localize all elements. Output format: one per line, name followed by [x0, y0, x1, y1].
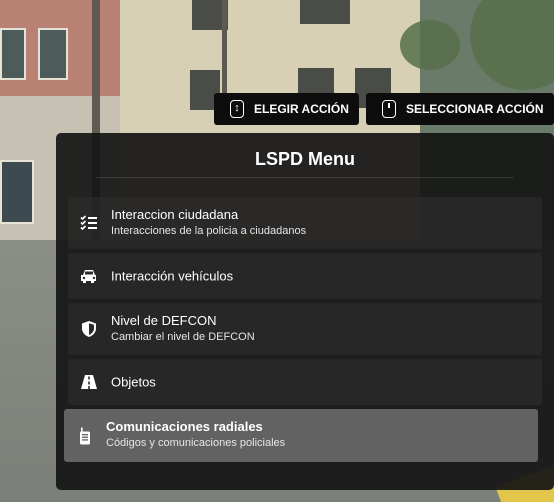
car-icon	[81, 270, 96, 283]
menu-item-comunicaciones-radiales[interactable]: Comunicaciones radiales Códigos y comuni…	[64, 409, 538, 462]
checklist-icon	[80, 215, 97, 231]
shield-icon	[82, 321, 96, 337]
menu-item-subtitle: Cambiar el nivel de DEFCON	[111, 331, 255, 343]
menu-item-title: Objetos	[111, 374, 156, 390]
road-icon	[81, 375, 97, 389]
lspd-menu-panel: LSPD Menu Interaccion ciudadana Interacc…	[56, 133, 554, 490]
menu-item-interaccion-vehiculos[interactable]: Interacción vehículos	[68, 253, 542, 299]
hint-label: ELEGIR ACCIÓN	[254, 102, 349, 116]
hint-elegir-accion: ↕ ELEGIR ACCIÓN	[214, 93, 359, 125]
menu-item-nivel-defcon[interactable]: Nivel de DEFCON Cambiar el nivel de DEFC…	[68, 303, 542, 355]
title-divider	[96, 177, 514, 178]
menu-item-title: Interaccion ciudadana	[111, 207, 239, 222]
menu-item-title: Interacción vehículos	[111, 268, 234, 284]
walkie-talkie-icon	[80, 427, 90, 444]
menu-item-objetos[interactable]: Objetos	[68, 359, 542, 405]
tree	[400, 20, 460, 70]
hint-seleccionar-accion: SELECCIONAR ACCIÓN	[366, 93, 554, 125]
menu-title: LSPD Menu	[254, 149, 355, 169]
hint-label: SELECCIONAR ACCIÓN	[406, 102, 544, 116]
menu-item-interaccion-ciudadana[interactable]: Interaccion ciudadana Interacciones de l…	[68, 197, 542, 249]
menu-item-title: Comunicaciones radiales	[106, 419, 263, 434]
mouse-click-icon	[382, 100, 396, 118]
arrow-keys-icon: ↕	[230, 100, 244, 118]
fire-escape-pole	[222, 0, 227, 100]
menu-item-subtitle: Interacciones de la policia a ciudadanos	[111, 225, 307, 237]
menu-item-title: Nivel de DEFCON	[111, 313, 217, 328]
menu-item-subtitle: Códigos y comunicaciones policiales	[106, 437, 286, 449]
